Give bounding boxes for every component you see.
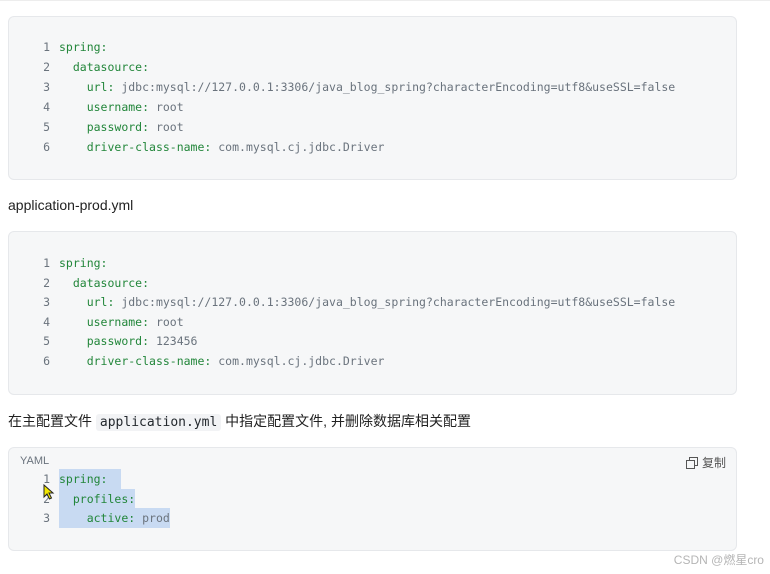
line-number: 4 — [43, 315, 50, 329]
yaml-key: username: — [86, 315, 150, 329]
line-number: 6 — [43, 354, 50, 368]
line-number: 1 — [43, 40, 50, 54]
yaml-key: active: — [86, 511, 136, 525]
yaml-key: spring: — [59, 472, 108, 486]
instruction-text-after: 中指定配置文件, 并删除数据库相关配置 — [221, 413, 471, 429]
code-block-2: 1 spring: 2 datasource: 3 url: jdbc:mysql… — [8, 231, 737, 395]
copy-label: 复制 — [701, 456, 726, 470]
line-number: 5 — [43, 120, 50, 134]
yaml-key: driver-class-name: — [86, 354, 212, 368]
yaml-key: profiles: — [72, 492, 136, 506]
line-number: 6 — [43, 140, 50, 154]
mouse-cursor-icon — [43, 484, 55, 500]
yaml-key: username: — [86, 100, 150, 114]
line-number: 1 — [43, 256, 50, 270]
code-block-3: YAML 复制 1 spring: 2 profiles: 3 active: p… — [8, 447, 737, 551]
line-number: 2 — [43, 60, 50, 74]
top-divider — [0, 0, 770, 1]
yaml-key: datasource: — [72, 60, 150, 74]
instruction-text-before: 在主配置文件 — [8, 413, 96, 429]
code-block-1: 1 spring: 2 datasource: 3 url: jdbc:mysql… — [8, 16, 737, 180]
selected-code: profiles: — [59, 489, 136, 509]
code-language-label: YAML — [20, 455, 50, 467]
line-number: 3 — [43, 295, 50, 309]
filename-heading: application-prod.yml — [8, 197, 134, 213]
instruction-paragraph: 在主配置文件 application.yml 中指定配置文件, 并删除数据库相关… — [8, 410, 471, 432]
yaml-key: password: — [86, 120, 150, 134]
yaml-key: spring: — [59, 256, 108, 270]
yaml-value: com.mysql.cj.jdbc.Driver — [211, 140, 385, 154]
selected-code: active: prod — [59, 508, 170, 528]
yaml-value: com.mysql.cj.jdbc.Driver — [211, 354, 385, 368]
watermark: CSDN @燃星cro — [673, 553, 764, 567]
inline-code: application.yml — [95, 414, 222, 431]
yaml-value: jdbc:mysql://127.0.0.1:3306/java_blog_sp… — [114, 295, 676, 309]
yaml-value: jdbc:mysql://127.0.0.1:3306/java_blog_sp… — [114, 80, 676, 94]
yaml-value: root — [149, 100, 184, 114]
yaml-value: root — [149, 315, 184, 329]
line-number: 5 — [43, 334, 50, 348]
line-number: 4 — [43, 100, 50, 114]
line-number: 3 — [43, 511, 50, 525]
yaml-key: spring: — [59, 40, 108, 54]
selected-code: spring: — [59, 469, 122, 489]
yaml-key: url: — [86, 295, 115, 309]
yaml-key: datasource: — [72, 276, 150, 290]
yaml-value: 123456 — [149, 334, 198, 348]
yaml-key: password: — [86, 334, 150, 348]
yaml-key: driver-class-name: — [86, 140, 212, 154]
yaml-key: url: — [86, 80, 115, 94]
copy-button[interactable]: 复制 — [685, 454, 726, 471]
line-number: 3 — [43, 80, 50, 94]
copy-icon — [685, 456, 698, 469]
line-number: 2 — [43, 276, 50, 290]
yaml-value: prod — [135, 511, 170, 525]
yaml-value: root — [149, 120, 184, 134]
